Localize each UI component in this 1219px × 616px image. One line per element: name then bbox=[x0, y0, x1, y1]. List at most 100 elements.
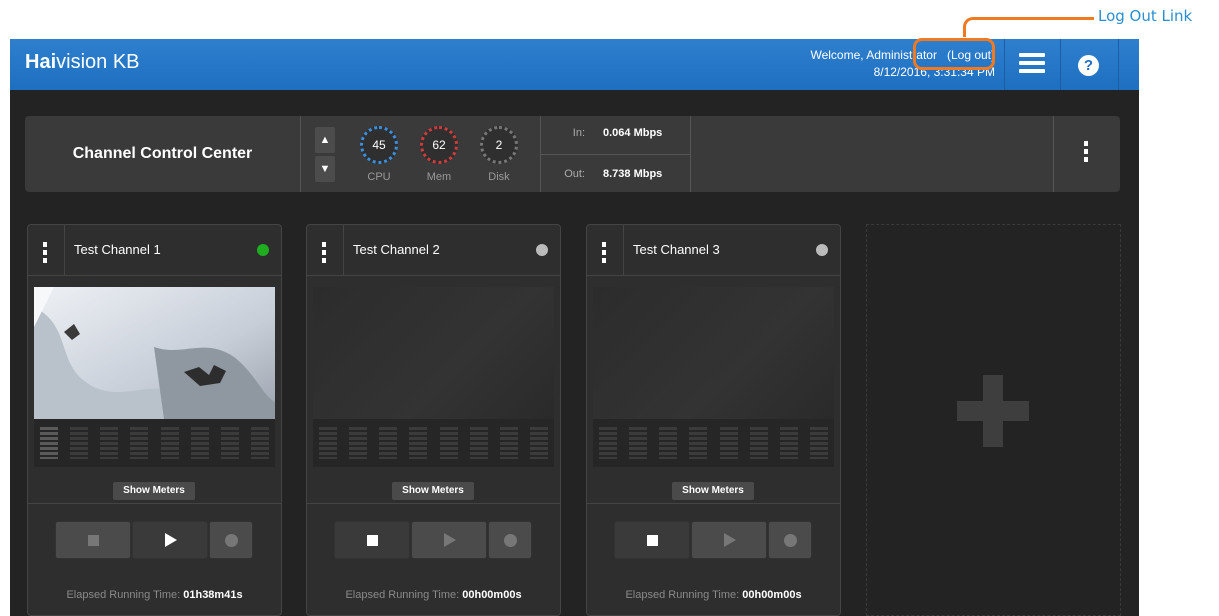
audio-meter bbox=[409, 427, 428, 459]
arrow-up-icon[interactable]: ▲ bbox=[315, 127, 335, 153]
audio-meter bbox=[749, 427, 768, 459]
play-icon bbox=[724, 533, 736, 547]
channel-header: Test Channel 2 bbox=[307, 225, 560, 276]
hamburger-icon[interactable] bbox=[1019, 53, 1045, 75]
topbar-divider bbox=[1060, 39, 1061, 90]
audio-meter bbox=[160, 427, 179, 459]
channel-title: Test Channel 3 bbox=[633, 242, 720, 257]
audio-meter bbox=[439, 427, 458, 459]
video-preview[interactable] bbox=[313, 287, 554, 467]
channel-menu-button[interactable] bbox=[587, 225, 624, 275]
channel-controls: Elapsed Running Time: 00h00m00s bbox=[307, 503, 560, 616]
control-center-bar: Channel Control Center ▲ ▼ 45 CPU 62 Mem… bbox=[25, 116, 1120, 192]
audio-meter bbox=[250, 427, 269, 459]
help-icon[interactable]: ? bbox=[1078, 55, 1099, 76]
elapsed-time: Elapsed Running Time: 00h00m00s bbox=[625, 589, 802, 601]
out-label: Out: bbox=[564, 168, 585, 180]
show-meters-button[interactable]: Show Meters bbox=[672, 482, 754, 500]
stop-button[interactable] bbox=[55, 521, 131, 559]
plus-icon bbox=[957, 401, 1029, 421]
channel-header: Test Channel 3 bbox=[587, 225, 840, 276]
status-indicator bbox=[536, 244, 548, 256]
kebab-icon bbox=[602, 242, 606, 263]
arrow-down-icon[interactable]: ▼ bbox=[315, 156, 335, 182]
cpu-gauge: 45 bbox=[360, 126, 398, 164]
channel-title: Test Channel 2 bbox=[353, 242, 440, 257]
audio-meter bbox=[319, 427, 338, 459]
elapsed-time: Elapsed Running Time: 01h38m41s bbox=[66, 589, 243, 601]
channel-header: Test Channel 1 bbox=[28, 225, 281, 276]
channel-card: Test Channel 2 Show Meters Elapsed Runni… bbox=[306, 224, 561, 616]
channel-card: Test Channel 1 Show Meters Elapsed Runni… bbox=[27, 224, 282, 616]
play-button[interactable] bbox=[691, 521, 767, 559]
mem-gauge: 62 bbox=[420, 126, 458, 164]
audio-meter bbox=[719, 427, 738, 459]
video-placeholder bbox=[313, 287, 554, 419]
play-icon bbox=[444, 533, 456, 547]
stop-icon bbox=[88, 535, 99, 546]
play-button[interactable] bbox=[132, 521, 208, 559]
add-channel-tile[interactable] bbox=[866, 224, 1121, 616]
kebab-icon[interactable] bbox=[1084, 141, 1088, 162]
audio-meter bbox=[809, 427, 828, 459]
annotation-connector bbox=[963, 17, 1003, 37]
status-indicator bbox=[816, 244, 828, 256]
divider bbox=[540, 154, 690, 155]
stop-icon bbox=[647, 535, 658, 546]
show-meters-button[interactable]: Show Meters bbox=[113, 482, 195, 500]
play-icon bbox=[165, 533, 177, 547]
channel-controls: Elapsed Running Time: 00h00m00s bbox=[587, 503, 840, 616]
stop-icon bbox=[367, 535, 378, 546]
audio-meters bbox=[593, 427, 834, 459]
divider bbox=[690, 116, 691, 192]
channel-menu-button[interactable] bbox=[307, 225, 344, 275]
audio-meter bbox=[779, 427, 798, 459]
show-meters-button[interactable]: Show Meters bbox=[392, 482, 474, 500]
record-icon bbox=[784, 534, 797, 547]
video-preview[interactable] bbox=[34, 287, 275, 467]
audio-meter bbox=[379, 427, 398, 459]
in-label: In: bbox=[572, 127, 585, 139]
control-center-title: Channel Control Center bbox=[72, 145, 253, 162]
elapsed-time: Elapsed Running Time: 00h00m00s bbox=[345, 589, 522, 601]
topbar-divider bbox=[1004, 39, 1005, 90]
audio-meter bbox=[599, 427, 618, 459]
status-indicator bbox=[257, 244, 269, 256]
kebab-icon bbox=[43, 242, 47, 263]
video-preview[interactable] bbox=[593, 287, 834, 467]
record-button[interactable] bbox=[768, 521, 812, 559]
audio-meter bbox=[499, 427, 518, 459]
video-thumbnail bbox=[34, 287, 275, 419]
cpu-label: CPU bbox=[367, 171, 391, 183]
disk-label: Disk bbox=[488, 171, 510, 183]
channel-card: Test Channel 3 Show Meters Elapsed Runni… bbox=[586, 224, 841, 616]
audio-meter bbox=[100, 427, 119, 459]
audio-meter bbox=[130, 427, 149, 459]
in-value: 0.064 Mbps bbox=[603, 127, 663, 139]
annotation-line bbox=[1000, 17, 1094, 20]
audio-meter bbox=[349, 427, 368, 459]
record-icon bbox=[225, 534, 238, 547]
channel-title: Test Channel 1 bbox=[74, 242, 161, 257]
channel-controls: Elapsed Running Time: 01h38m41s bbox=[28, 503, 281, 616]
play-button[interactable] bbox=[411, 521, 487, 559]
record-button[interactable] bbox=[209, 521, 253, 559]
audio-meter bbox=[70, 427, 89, 459]
annotation-highlight-box bbox=[913, 38, 995, 70]
brand-logo[interactable]: Haivision KB bbox=[25, 51, 140, 74]
record-button[interactable] bbox=[488, 521, 532, 559]
stop-button[interactable] bbox=[334, 521, 410, 559]
annotation-label: Log Out Link bbox=[1098, 7, 1193, 25]
disk-gauge: 2 bbox=[480, 126, 518, 164]
audio-meter bbox=[469, 427, 488, 459]
app-window: Haivision KB Welcome, Administrator (Log … bbox=[10, 39, 1139, 616]
kebab-icon bbox=[322, 242, 326, 263]
audio-meters bbox=[34, 427, 275, 459]
channel-menu-button[interactable] bbox=[28, 225, 65, 275]
mem-label: Mem bbox=[426, 171, 452, 183]
audio-meter bbox=[190, 427, 209, 459]
video-placeholder bbox=[593, 287, 834, 419]
audio-meters bbox=[313, 427, 554, 459]
out-value: 8.738 Mbps bbox=[603, 168, 663, 180]
stop-button[interactable] bbox=[614, 521, 690, 559]
